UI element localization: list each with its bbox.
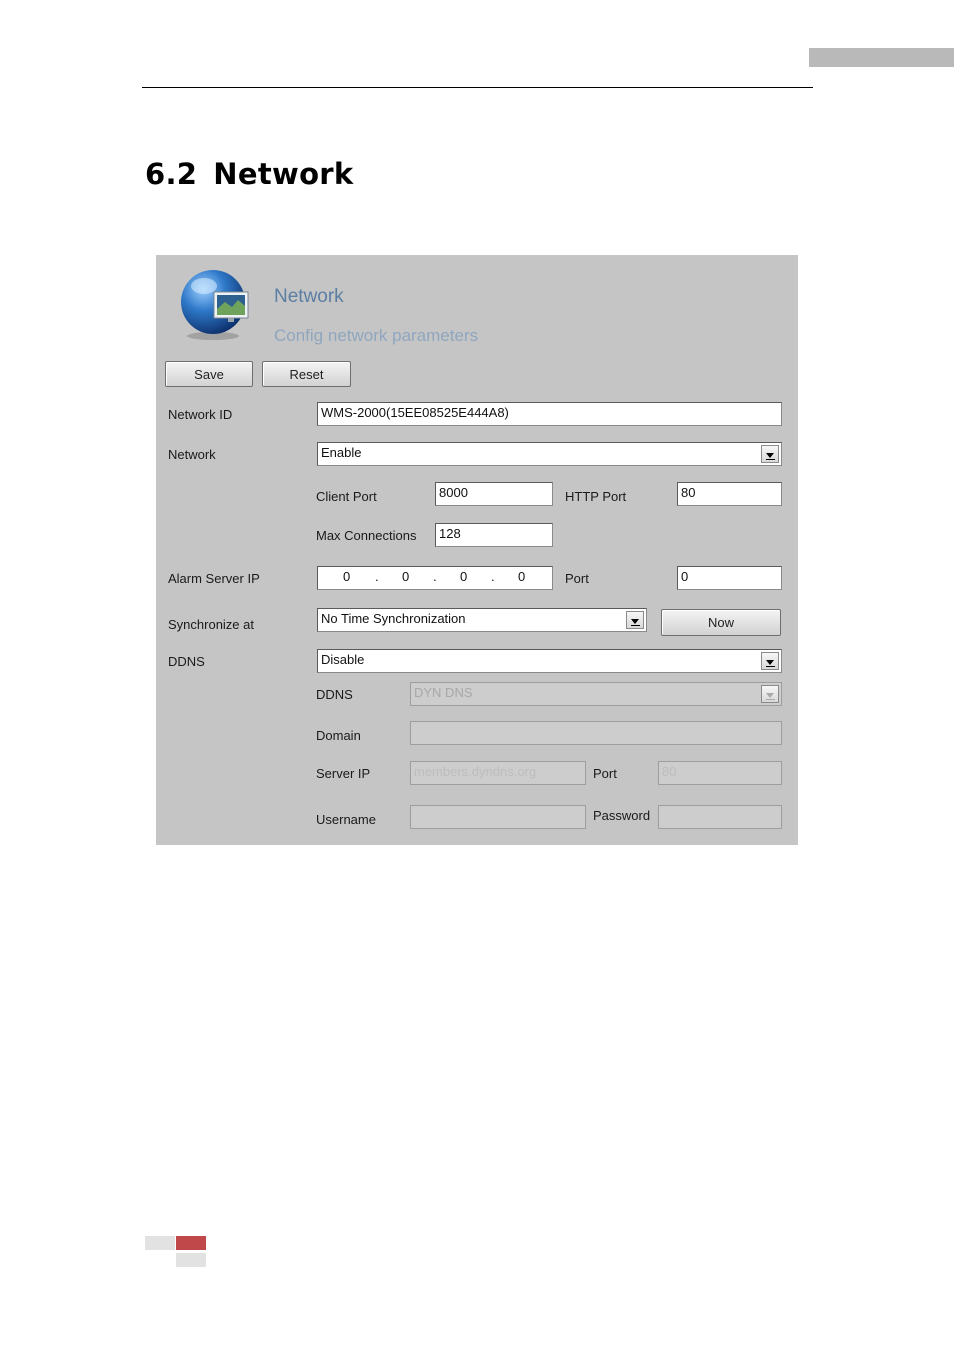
server-ip-field[interactable]: members.dyndns.org bbox=[410, 761, 586, 785]
max-connections-value: 128 bbox=[439, 526, 461, 541]
max-connections-field[interactable]: 128 bbox=[435, 523, 553, 547]
client-port-label: Client Port bbox=[316, 489, 377, 504]
network-id-field[interactable]: WMS-2000(15EE08525E444A8) bbox=[317, 402, 782, 426]
server-ip-label: Server IP bbox=[316, 766, 371, 781]
network-selected-value: Enable bbox=[321, 445, 362, 460]
save-button[interactable]: Save bbox=[165, 361, 253, 387]
username-field[interactable] bbox=[410, 805, 586, 829]
footer-square-gray bbox=[145, 1236, 175, 1250]
alarm-port-label: Port bbox=[565, 571, 589, 586]
footer-square-gray bbox=[176, 1253, 206, 1267]
client-port-value: 8000 bbox=[439, 485, 468, 500]
client-port-field[interactable]: 8000 bbox=[435, 482, 553, 506]
globe-monitor-icon bbox=[180, 264, 250, 342]
now-button[interactable]: Now bbox=[661, 609, 781, 636]
ddns-port-label: Port bbox=[593, 766, 617, 781]
username-label: Username bbox=[316, 812, 376, 827]
ip-dot: . bbox=[375, 569, 379, 584]
http-port-field[interactable]: 80 bbox=[677, 482, 782, 506]
ddns-provider-select[interactable]: DYN DNS bbox=[410, 682, 782, 706]
password-label: Password bbox=[593, 808, 651, 823]
http-port-label: HTTP Port bbox=[565, 489, 627, 504]
chevron-down-icon[interactable] bbox=[761, 445, 779, 463]
alarm-port-value: 0 bbox=[681, 569, 689, 584]
dialog-title: Network bbox=[274, 286, 344, 307]
ddns-provider-label: DDNS bbox=[316, 687, 353, 702]
synchronize-select[interactable]: No Time Synchronization bbox=[317, 608, 647, 632]
http-port-value: 80 bbox=[681, 485, 696, 500]
chevron-down-icon[interactable] bbox=[626, 611, 644, 629]
network-config-panel: Network Config network parameters Save R… bbox=[156, 255, 798, 845]
ddns-selected-value: Disable bbox=[321, 652, 365, 667]
corner-tab-marker bbox=[809, 48, 954, 67]
chevron-down-icon[interactable] bbox=[761, 685, 779, 703]
ip-octet-3: 0 bbox=[460, 569, 468, 584]
ip-octet-1: 0 bbox=[343, 569, 351, 584]
max-connections-label: Max Connections bbox=[316, 528, 417, 543]
ddns-port-value: 80 bbox=[662, 764, 677, 779]
ip-dot: . bbox=[491, 569, 495, 584]
domain-label: Domain bbox=[316, 728, 361, 743]
header-rule bbox=[142, 87, 813, 88]
section-heading: 6.2 Network bbox=[145, 157, 354, 191]
ddns-port-field[interactable]: 80 bbox=[658, 761, 782, 785]
ddns-select[interactable]: Disable bbox=[317, 649, 782, 673]
ddns-label: DDNS bbox=[168, 654, 205, 669]
dialog-subtitle: Config network parameters bbox=[274, 326, 479, 345]
server-ip-value: members.dyndns.org bbox=[414, 764, 537, 779]
section-number: 6.2 bbox=[145, 157, 198, 191]
synchronize-label: Synchronize at bbox=[168, 617, 254, 632]
chevron-down-icon[interactable] bbox=[761, 652, 779, 670]
password-field[interactable] bbox=[658, 805, 782, 829]
alarm-server-ip-label: Alarm Server IP bbox=[168, 571, 260, 586]
network-label: Network bbox=[168, 447, 216, 462]
ip-octet-2: 0 bbox=[402, 569, 410, 584]
ddns-provider-value: DYN DNS bbox=[414, 685, 473, 700]
reset-button[interactable]: Reset bbox=[262, 361, 351, 387]
synchronize-selected-value: No Time Synchronization bbox=[321, 611, 466, 626]
ip-octet-4: 0 bbox=[518, 569, 526, 584]
ip-dot: . bbox=[433, 569, 437, 584]
domain-field[interactable] bbox=[410, 721, 782, 745]
section-title: Network bbox=[213, 157, 354, 191]
network-id-value: WMS-2000(15EE08525E444A8) bbox=[321, 405, 509, 420]
footer-square-accent bbox=[176, 1236, 206, 1250]
alarm-port-field[interactable]: 0 bbox=[677, 566, 782, 590]
network-select[interactable]: Enable bbox=[317, 442, 782, 466]
network-id-label: Network ID bbox=[168, 407, 233, 422]
alarm-server-ip-field[interactable]: 0 . 0 . 0 . 0 bbox=[317, 566, 553, 590]
